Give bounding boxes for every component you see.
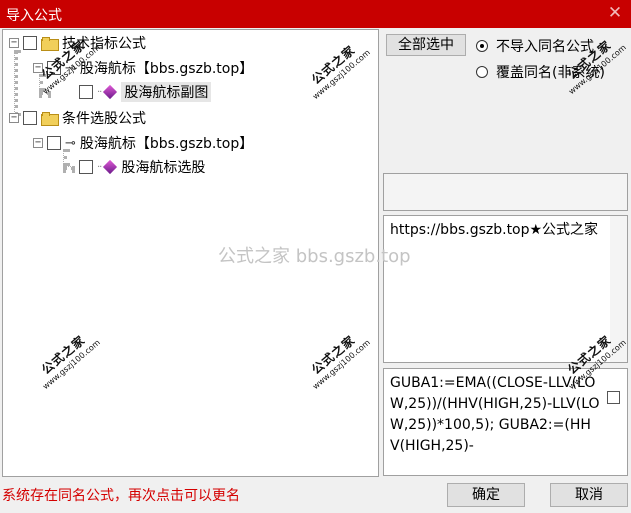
node-label: 股海航标副图 bbox=[121, 82, 212, 102]
folder-icon bbox=[41, 112, 59, 126]
node-label: 技术指标公式 bbox=[62, 36, 146, 52]
title-bar: 导入公式 ✕ bbox=[0, 0, 631, 28]
option-label: 不导入同名公式 bbox=[496, 39, 594, 55]
info-box bbox=[383, 173, 628, 211]
skip-same-name-option[interactable]: 不导入同名公式 bbox=[476, 36, 594, 56]
tree-node[interactable]: ·· 股海航标选股 bbox=[79, 157, 205, 177]
tree-node[interactable]: − ⊸ 股海航标【bbs.gszb.top】 bbox=[33, 58, 253, 78]
radio-button[interactable] bbox=[476, 40, 488, 52]
key-icon: ⊸ bbox=[65, 135, 76, 151]
collapse-icon[interactable]: − bbox=[33, 138, 43, 148]
radio-button[interactable] bbox=[476, 66, 488, 78]
tree-node[interactable]: − 条件选股公式 bbox=[9, 108, 146, 128]
collapse-icon[interactable]: − bbox=[9, 38, 19, 48]
node-checkbox[interactable] bbox=[23, 36, 37, 50]
cancel-button[interactable]: 取消 bbox=[550, 483, 628, 507]
tree-node[interactable]: − ⊸ 股海航标【bbs.gszb.top】 bbox=[33, 133, 253, 153]
overwrite-same-name-option[interactable]: 覆盖同名(非系统) bbox=[476, 62, 605, 82]
tree-node[interactable]: ·· 股海航标副图 bbox=[79, 82, 212, 102]
close-icon[interactable]: ✕ bbox=[605, 3, 625, 23]
node-label: 条件选股公式 bbox=[62, 111, 146, 127]
formula-code: GUBA1:=EMA((CLOSE-LLV(LOW,25))/(HHV(HIGH… bbox=[390, 375, 600, 454]
watermark-center: 公式之家 bbs.gszb.top bbox=[218, 246, 411, 267]
tree-node[interactable]: − 技术指标公式 bbox=[9, 33, 146, 53]
indicator-icon bbox=[103, 84, 118, 100]
node-label: 股海航标【bbs.gszb.top】 bbox=[79, 136, 254, 152]
node-label: 股海航标选股 bbox=[121, 160, 206, 176]
select-all-button[interactable]: 全部选中 bbox=[386, 34, 466, 56]
node-checkbox[interactable] bbox=[79, 160, 93, 174]
status-message: 系统存在同名公式，再次点击可以更名 bbox=[2, 488, 240, 504]
folder-icon bbox=[41, 37, 59, 51]
tree-guide bbox=[14, 50, 18, 116]
ok-button[interactable]: 确定 bbox=[447, 483, 525, 507]
code-checkbox[interactable] bbox=[607, 391, 620, 404]
indicator-icon bbox=[103, 159, 118, 175]
description-text: https://bbs.gszb.top★公式之家 bbox=[390, 222, 599, 238]
node-label: 股海航标【bbs.gszb.top】 bbox=[79, 61, 254, 77]
description-box[interactable]: https://bbs.gszb.top★公式之家 bbox=[383, 215, 628, 363]
collapse-icon[interactable]: − bbox=[33, 63, 43, 73]
tree-guide bbox=[63, 166, 75, 170]
node-checkbox[interactable] bbox=[23, 111, 37, 125]
node-checkbox[interactable] bbox=[47, 61, 61, 75]
scrollbar[interactable] bbox=[610, 216, 627, 362]
code-box[interactable]: GUBA1:=EMA((CLOSE-LLV(LOW,25))/(HHV(HIGH… bbox=[383, 368, 628, 476]
tree-guide bbox=[39, 91, 51, 95]
node-checkbox[interactable] bbox=[79, 85, 93, 99]
window-title: 导入公式 bbox=[6, 8, 62, 24]
tree-connector: ·· bbox=[97, 161, 102, 173]
key-icon: ⊸ bbox=[65, 60, 76, 76]
collapse-icon[interactable]: − bbox=[9, 113, 19, 123]
tree-connector: ·· bbox=[97, 86, 102, 98]
node-checkbox[interactable] bbox=[47, 136, 61, 150]
option-label: 覆盖同名(非系统) bbox=[496, 65, 605, 81]
